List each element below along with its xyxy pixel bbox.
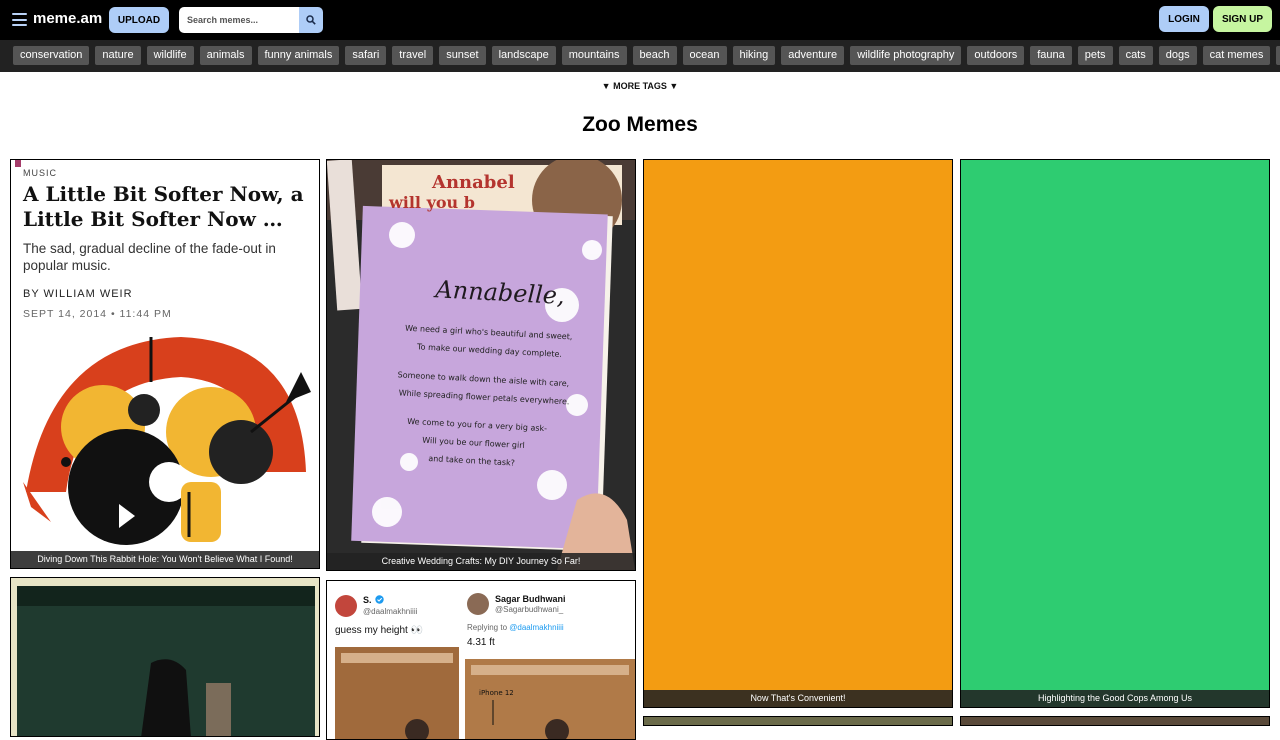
site-logo[interactable]: meme.am <box>33 10 102 27</box>
elevator-photos: iPhone 12 <box>335 647 635 739</box>
tweet-author-name: Sagar Budhwani <box>495 594 566 604</box>
upload-button[interactable]: UPLOAD <box>109 7 169 33</box>
wedding-photo: Annabel will you b Annabelle, We need a … <box>327 160 635 570</box>
article-kicker: MUSIC <box>23 168 57 178</box>
meme-card[interactable] <box>643 716 953 726</box>
meme-card[interactable] <box>960 716 1270 726</box>
tweet-author-name: S. <box>363 595 372 605</box>
tweet-author-handle: @Sagarbudhwani_ <box>495 605 564 614</box>
article-subtitle: The sad, gradual decline of the fade-out… <box>23 241 276 273</box>
tag-chip[interactable]: cats <box>1118 46 1153 65</box>
tag-chip[interactable]: adventure <box>781 46 845 65</box>
tag-chip[interactable]: beach <box>632 46 677 65</box>
meme-card[interactable]: Annabel will you b Annabelle, We need a … <box>326 159 636 571</box>
avatar <box>467 593 489 615</box>
tag-chip[interactable]: travel <box>392 46 434 65</box>
tag-chip[interactable]: cute animals <box>1276 46 1280 65</box>
reply-handle: @daalmakhniiii <box>509 623 564 632</box>
tag-chip[interactable]: wildlife photography <box>850 46 962 65</box>
meme-card[interactable]: S. @daalmakhniiii guess my height 👀 Saga… <box>326 580 636 740</box>
tag-chip[interactable]: funny animals <box>257 46 340 65</box>
search-icon <box>306 15 316 25</box>
tag-chip[interactable]: ocean <box>682 46 727 65</box>
tag-chip[interactable]: fauna <box>1030 46 1072 65</box>
meme-photo <box>17 586 315 736</box>
article-illustration <box>23 337 311 545</box>
meme-card[interactable]: Now That's Convenient! <box>643 159 953 708</box>
article-screenshot: MUSIC A Little Bit Softer Now, a Little … <box>11 160 319 568</box>
tag-chip[interactable]: hiking <box>732 46 776 65</box>
tag-chip[interactable]: wildlife <box>146 46 194 65</box>
top-navbar: meme.am UPLOAD LOGIN SIGN UP <box>0 0 1280 40</box>
signup-button[interactable]: SIGN UP <box>1213 6 1272 32</box>
meme-card[interactable]: MUSIC A Little Bit Softer Now, a Little … <box>10 159 320 569</box>
more-tags-toggle[interactable]: ▼ MORE TAGS ▼ <box>0 81 1280 91</box>
menu-icon[interactable] <box>12 13 27 26</box>
reply-prefix: Replying to <box>467 623 508 632</box>
tag-chip[interactable]: animals <box>199 46 252 65</box>
verified-icon <box>375 595 384 604</box>
tweet-reply-line: Replying to @daalmakhniiii <box>467 623 564 632</box>
meme-caption: Creative Wedding Crafts: My DIY Journey … <box>327 553 635 570</box>
wedding-photo-art: Annabel will you b Annabelle, We need a … <box>327 160 635 570</box>
tag-list: conservation nature wildlife animals funny a… <box>13 46 1280 65</box>
tag-chip[interactable]: landscape <box>491 46 556 65</box>
tag-chip[interactable]: mountains <box>561 46 627 65</box>
tag-chip[interactable]: nature <box>95 46 141 65</box>
tweet-text: guess my height 👀 <box>335 625 424 636</box>
tag-chip[interactable]: dogs <box>1158 46 1197 65</box>
tag-chip[interactable]: pets <box>1077 46 1113 65</box>
phone-label: iPhone 12 <box>479 689 514 697</box>
article-title: A Little Bit Softer Now, a Little Bit So… <box>23 182 304 231</box>
login-button[interactable]: LOGIN <box>1159 6 1209 32</box>
search-input[interactable] <box>179 7 299 33</box>
meme-caption: Diving Down This Rabbit Hole: You Won't … <box>11 551 319 568</box>
tag-chip[interactable]: safari <box>345 46 387 65</box>
meme-card[interactable] <box>10 577 320 737</box>
tweet-author-handle: @daalmakhniiii <box>363 607 418 616</box>
meme-caption: Highlighting the Good Cops Among Us <box>961 690 1269 707</box>
tag-chip[interactable]: outdoors <box>967 46 1025 65</box>
page-title: Zoo Memes <box>582 113 698 136</box>
article-corner-mark <box>15 160 21 167</box>
article-byline: BY WILLIAM WEIR <box>23 288 133 300</box>
bg-sign-name: Annabel <box>431 172 515 193</box>
search-button[interactable] <box>299 7 323 33</box>
tag-chip[interactable]: sunset <box>439 46 486 65</box>
tag-chip[interactable]: cat memes <box>1202 46 1271 65</box>
tag-bar: conservation nature wildlife animals funny a… <box>0 40 1280 72</box>
avatar <box>335 595 357 617</box>
bg-sign-line: will you b <box>388 193 475 212</box>
meme-caption: Now That's Convenient! <box>644 690 952 707</box>
meme-card[interactable]: Highlighting the Good Cops Among Us <box>960 159 1270 708</box>
tag-chip[interactable]: conservation <box>13 46 90 65</box>
article-date: SEPT 14, 2014 • 11:44 PM <box>23 308 172 320</box>
